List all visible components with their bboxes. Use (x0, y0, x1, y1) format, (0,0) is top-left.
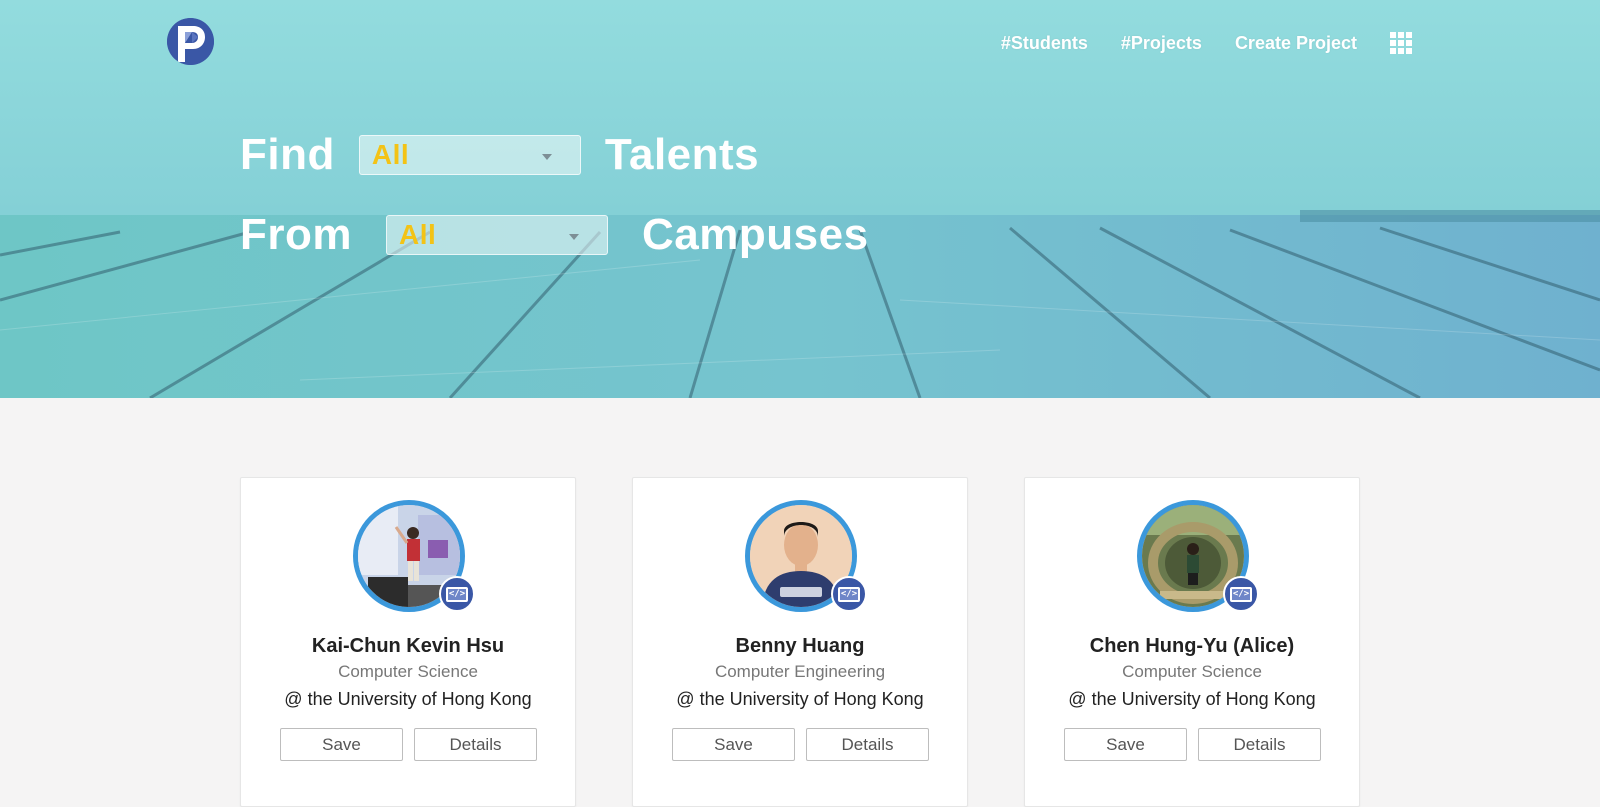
wood-floor-background (0, 0, 1600, 398)
card-actions: Save Details (672, 728, 929, 761)
logo[interactable] (167, 18, 214, 65)
student-card: </> Chen Hung-Yu (Alice) Computer Scienc… (1024, 477, 1360, 807)
avatar-container: </> (745, 500, 867, 612)
nav-students[interactable]: #Students (1001, 33, 1088, 54)
student-name: Benny Huang (735, 635, 865, 657)
student-name: Chen Hung-Yu (Alice) (1089, 635, 1295, 657)
details-button[interactable]: Details (414, 728, 537, 761)
logo-icon (167, 18, 214, 65)
talents-label: Talents (604, 130, 760, 179)
nav-create-project[interactable]: Create Project (1235, 33, 1357, 54)
chevron-down-icon (541, 154, 552, 160)
save-button[interactable]: Save (1064, 728, 1187, 761)
student-cards: </> Kai-Chun Kevin Hsu Computer Science … (240, 477, 1360, 807)
talent-select[interactable]: All (358, 135, 581, 175)
find-label: Find (240, 130, 335, 179)
avatar-container: </> (1137, 500, 1259, 612)
campuses-label: Campuses (642, 210, 869, 259)
code-badge-icon: </> (1223, 576, 1259, 612)
card-actions: Save Details (280, 728, 537, 761)
grid-menu-icon[interactable] (1390, 32, 1412, 54)
card-actions: Save Details (1064, 728, 1321, 761)
find-talents-row: Find All Talents (240, 130, 759, 180)
code-badge-icon: </> (439, 576, 475, 612)
from-campuses-row: From All Campuses (240, 210, 869, 260)
student-name: Kai-Chun Kevin Hsu (311, 635, 505, 657)
nav-projects[interactable]: #Projects (1121, 33, 1202, 54)
chevron-down-icon (569, 234, 579, 240)
campus-select[interactable]: All (386, 215, 608, 255)
code-badge-icon: </> (831, 576, 867, 612)
from-label: From (240, 210, 352, 259)
hero-banner: #Students #Projects Create Project Find … (0, 0, 1600, 398)
student-major: Computer Engineering (714, 662, 886, 681)
student-school: @ the University of Hong Kong (284, 689, 532, 709)
talent-select-value: All (371, 139, 410, 170)
student-card: </> Kai-Chun Kevin Hsu Computer Science … (240, 477, 576, 807)
details-button[interactable]: Details (806, 728, 929, 761)
student-major: Computer Science (1122, 662, 1262, 681)
student-school: @ the University of Hong Kong (676, 689, 924, 709)
avatar-container: </> (353, 500, 475, 612)
student-major: Computer Science (338, 662, 478, 681)
save-button[interactable]: Save (672, 728, 795, 761)
details-button[interactable]: Details (1198, 728, 1321, 761)
campus-select-value: All (399, 219, 437, 250)
top-nav: #Students #Projects Create Project (1001, 32, 1412, 54)
student-card: </> Benny Huang Computer Engineering @ t… (632, 477, 968, 807)
save-button[interactable]: Save (280, 728, 403, 761)
student-school: @ the University of Hong Kong (1068, 689, 1316, 709)
